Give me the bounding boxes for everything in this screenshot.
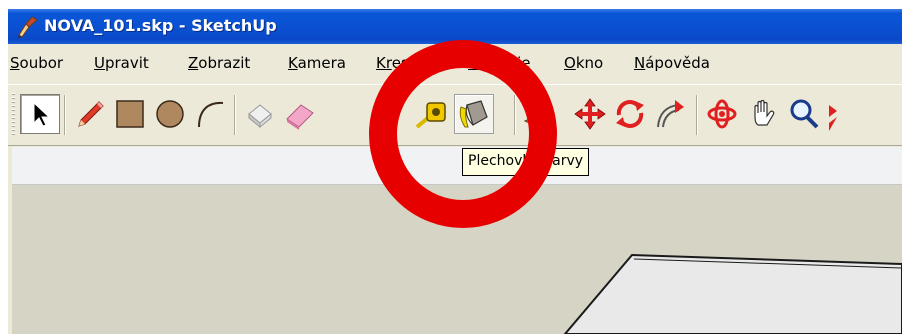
eraser-icon	[286, 104, 314, 130]
toolbar-separator	[64, 95, 66, 135]
red-highlight-circle	[369, 40, 557, 228]
arc-tool-button[interactable]	[190, 94, 230, 134]
circle-icon	[156, 100, 184, 128]
orbit-icon	[707, 99, 737, 129]
menu-kamera[interactable]: Kamera	[288, 54, 346, 72]
arc-icon	[198, 101, 224, 128]
follow-me-tool-button[interactable]	[650, 94, 690, 134]
pencil-tool-button[interactable]	[70, 94, 110, 134]
follow-me-icon	[657, 100, 684, 128]
toolbar-separator	[696, 95, 698, 135]
circle-tool-button[interactable]	[150, 94, 190, 134]
rectangle-tool-button[interactable]	[110, 94, 150, 134]
make-component-button[interactable]	[240, 94, 280, 134]
rotate-icon	[616, 100, 644, 128]
hand-icon	[754, 99, 775, 126]
toolbar-separator	[234, 95, 236, 135]
menu-upravit[interactable]: Upravit	[94, 54, 149, 72]
magnifier-icon	[790, 99, 819, 129]
window-title: NOVA_101.skp - SketchUp	[44, 16, 277, 35]
eraser-tool-button[interactable]	[280, 94, 320, 134]
zoom-tool-button[interactable]	[784, 94, 824, 134]
menu-napoveda[interactable]: Nápověda	[634, 54, 710, 72]
rectangle-icon	[116, 100, 144, 128]
menu-soubor[interactable]: Soubor	[10, 54, 63, 72]
pan-tool-button[interactable]	[744, 94, 784, 134]
toolbar-grip[interactable]	[12, 93, 15, 135]
zoom-window-button[interactable]	[824, 94, 864, 134]
arrow-cursor-icon	[33, 101, 51, 127]
select-tool-button[interactable]	[20, 94, 60, 134]
orbit-tool-button[interactable]	[702, 94, 742, 134]
zoom-window-icon	[829, 105, 837, 131]
sketchup-app-icon[interactable]	[16, 15, 40, 39]
pencil-icon	[78, 101, 104, 127]
component-box-icon	[248, 104, 272, 129]
rotate-tool-button[interactable]	[610, 94, 650, 134]
menu-zobrazit[interactable]: Zobrazit	[188, 54, 250, 72]
